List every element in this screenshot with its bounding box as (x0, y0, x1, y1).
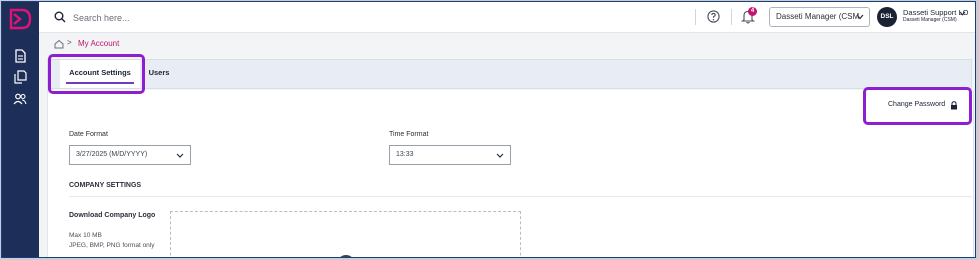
top-bar: 4 Dasseti Manager (CSM DSL Dasseti Suppo… (39, 2, 975, 33)
search-icon (54, 11, 66, 23)
tab-label: Account Settings (69, 68, 131, 77)
date-format-label: Date Format (69, 131, 108, 138)
chevron-down-icon (176, 153, 184, 158)
users-icon[interactable] (13, 92, 27, 106)
app-window: 4 Dasseti Manager (CSM DSL Dasseti Suppo… (1, 1, 976, 258)
divider (731, 9, 732, 25)
chevron-down-icon (496, 153, 504, 158)
chevron-down-icon (856, 14, 864, 20)
documents-icon[interactable] (13, 70, 27, 84)
breadcrumb-current: My Account (78, 39, 120, 48)
time-format-value: 13:33 (396, 151, 414, 158)
breadcrumb-separator: > (67, 38, 72, 47)
avatar[interactable]: DSL (877, 7, 897, 27)
section-divider (69, 196, 972, 197)
tab-users[interactable]: Users (146, 60, 172, 88)
change-password-button[interactable]: Change Password (888, 101, 945, 108)
search-input[interactable] (71, 8, 325, 28)
tab-bar: Account Settings Users (47, 59, 972, 89)
logo-dropzone[interactable] (170, 211, 521, 257)
role-select[interactable]: Dasseti Manager (CSM (769, 7, 870, 27)
company-logo-label: Download Company Logo (69, 212, 156, 219)
chevron-down-icon[interactable] (959, 11, 966, 16)
divider (695, 9, 696, 25)
notification-badge: 4 (748, 7, 757, 16)
tab-label: Users (148, 68, 170, 77)
active-tab-indicator (66, 82, 134, 84)
logo-max-size: Max 10 MB (69, 232, 102, 239)
home-icon[interactable] (54, 39, 64, 49)
user-role: Dasseti Manager (CSM) (903, 17, 957, 23)
tab-account-settings[interactable]: Account Settings (60, 60, 140, 88)
left-nav-rail (2, 2, 39, 257)
help-icon[interactable] (707, 10, 720, 23)
logo-formats: JPEG, BMP, PNG format only (69, 242, 155, 249)
company-settings-heading: COMPANY SETTINGS (69, 182, 142, 189)
time-format-label: Time Format (389, 131, 429, 138)
document-icon[interactable] (13, 49, 27, 63)
app-logo-icon[interactable] (8, 8, 32, 30)
date-format-value: 3/27/2025 (M/D/YYYY) (76, 151, 148, 158)
date-format-select[interactable]: 3/27/2025 (M/D/YYYY) (69, 145, 191, 165)
time-format-select[interactable]: 13:33 (389, 145, 511, 165)
lock-icon[interactable] (950, 101, 958, 110)
role-select-value: Dasseti Manager (CSM (776, 12, 860, 21)
